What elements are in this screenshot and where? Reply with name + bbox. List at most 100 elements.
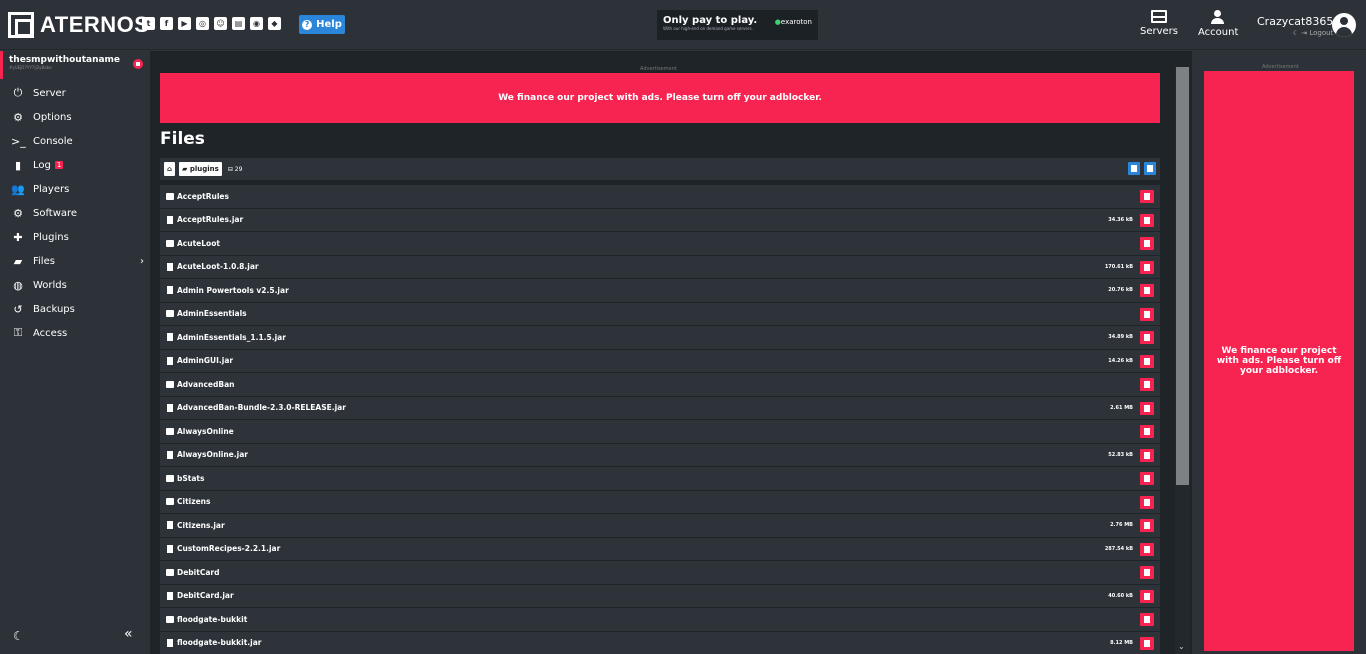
user-cog-icon [1210, 10, 1226, 24]
file-row[interactable]: Admin Powertools v2.5.jar 20.76 kB [160, 279, 1160, 303]
sidebar-item-backups[interactable]: ↺ Backups [0, 297, 150, 321]
file-row[interactable]: AdminEssentials_1.1.5.jar 34.89 kB [160, 326, 1160, 350]
folder-open-icon: ▰ [13, 254, 23, 268]
folder-row[interactable]: floodgate-bukkit [160, 608, 1160, 632]
instagram-icon[interactable]: ◎ [196, 17, 209, 30]
sidebar-item-plugins[interactable]: ✚ Plugins [0, 225, 150, 249]
new-file-button[interactable] [1144, 162, 1156, 175]
teamspeak-icon[interactable]: ◉ [250, 17, 263, 30]
help-button[interactable]: ? Help [299, 15, 345, 34]
github-icon[interactable]: ◆ [268, 17, 281, 30]
logout-link[interactable]: ☾ ⇥ Logout [1257, 29, 1334, 37]
file-row[interactable]: AdvancedBan-Bundle-2.3.0-RELEASE.jar 2.61… [160, 396, 1160, 420]
file-size: 287.54 kB [1104, 545, 1133, 552]
sidebar-item-console[interactable]: >_ Console [0, 129, 150, 153]
file-icon [167, 356, 173, 365]
file-row[interactable]: AdminGUI.jar 14.26 kB [160, 349, 1160, 373]
delete-button[interactable] [1140, 448, 1154, 462]
delete-button[interactable] [1140, 519, 1154, 532]
file-list: AcceptRules AcceptRules.jar 34.36 kB AcuteL… [160, 185, 1160, 654]
folder-row[interactable]: AdvancedBan [160, 373, 1160, 397]
file-name: floodgate-bukkit [177, 614, 248, 624]
power-icon: ⏻ [13, 86, 23, 99]
file-name: AdminEssentials_1.1.5.jar [177, 332, 286, 342]
file-name: AdvancedBan-Bundle-2.3.0-RELEASE.jar [177, 403, 346, 413]
delete-button[interactable] [1140, 542, 1154, 556]
folder-row[interactable]: AdminEssentials [160, 302, 1160, 326]
history-icon: ↺ [13, 302, 23, 316]
scroll-down-icon[interactable]: ⌄ [1178, 642, 1185, 651]
file-name: Citizens [177, 497, 211, 507]
server-header[interactable]: thesmpwithoutaname #yUEjD7YY7iJ2yBabe [0, 51, 150, 79]
aternos-logo[interactable]: ATERNOS [8, 12, 149, 38]
avatar[interactable] [1332, 13, 1356, 37]
sidebar-item-players[interactable]: 👥 Players [0, 177, 150, 201]
delete-button[interactable] [1140, 378, 1154, 391]
facebook-icon[interactable]: f [160, 17, 173, 30]
delete-button[interactable] [1140, 307, 1154, 321]
breadcrumb-label: plugins [189, 165, 219, 173]
file-row[interactable]: AcuteLoot-1.0.8.jar 170.61 kB [160, 255, 1160, 279]
sidebar-item-label: Access [33, 327, 68, 339]
file-size: 14.26 kB [1108, 357, 1133, 364]
file-row[interactable]: floodgate-bukkit.jar 8.12 MB [160, 631, 1160, 654]
sidebar-item-files[interactable]: ▰ Files › [0, 249, 150, 273]
new-folder-button[interactable] [1128, 162, 1140, 175]
delete-button[interactable] [1140, 237, 1154, 250]
youtube-icon[interactable]: ▶ [178, 17, 191, 30]
collapse-sidebar-icon[interactable]: « [124, 626, 133, 642]
folder-row[interactable]: bStats [160, 467, 1160, 491]
servers-nav[interactable]: Servers [1140, 10, 1178, 37]
sidebar-item-log[interactable]: ▮ Log 1 [0, 153, 150, 177]
folder-row[interactable]: AlwaysOnline [160, 420, 1160, 444]
delete-button[interactable] [1140, 190, 1154, 203]
delete-button[interactable] [1140, 401, 1154, 415]
file-size: 40.60 kB [1108, 592, 1133, 599]
account-nav[interactable]: Account [1198, 10, 1238, 38]
delete-button[interactable] [1140, 495, 1154, 509]
twitch-icon[interactable]: ▤ [232, 17, 245, 30]
sidebar-item-server[interactable]: ⏻ Server [0, 81, 150, 105]
file-row[interactable]: CustomRecipes-2.2.1.jar 287.54 kB [160, 537, 1160, 561]
file-name: AcceptRules.jar [177, 215, 244, 225]
exaroton-banner[interactable]: Only pay to play. With our high-end on d… [657, 10, 818, 40]
delete-button[interactable] [1140, 566, 1154, 579]
user-menu[interactable]: Crazycat8365 ☾ ⇥ Logout [1257, 15, 1333, 37]
folder-row[interactable]: Citizens [160, 490, 1160, 514]
delete-button[interactable] [1140, 331, 1154, 344]
breadcrumb-plugins[interactable]: ▰ plugins [179, 162, 222, 176]
delete-button[interactable] [1140, 589, 1154, 603]
delete-button[interactable] [1140, 425, 1154, 438]
folder-count-icon: ⊟ [227, 165, 235, 173]
delete-button[interactable] [1140, 213, 1154, 227]
folder-icon: ▰ [182, 165, 190, 173]
dark-mode-toggle-icon[interactable]: ☾ [13, 629, 24, 643]
question-icon: ? [302, 19, 313, 30]
sidebar-item-access[interactable]: ⚿ Access [0, 321, 150, 345]
scrollbar[interactable]: ⌄ [1175, 67, 1190, 654]
folder-row[interactable]: AcceptRules [160, 185, 1160, 209]
cogs-icon: ⚙ [13, 206, 23, 220]
home-button[interactable]: ⌂ [164, 162, 176, 176]
discord-icon[interactable]: ☺ [214, 17, 227, 30]
sidebar-item-label: Files [33, 255, 55, 267]
folder-row[interactable]: AcuteLoot [160, 232, 1160, 256]
sidebar-item-worlds[interactable]: ◍ Worlds [0, 273, 150, 297]
sidebar-item-options[interactable]: ⚙ Options [0, 105, 150, 129]
scrollbar-thumb[interactable] [1176, 67, 1189, 485]
delete-button[interactable] [1140, 636, 1154, 650]
folder-row[interactable]: DebitCard [160, 561, 1160, 585]
file-row[interactable]: AlwaysOnline.jar 52.83 kB [160, 443, 1160, 467]
sidebar-item-software[interactable]: ⚙ Software [0, 201, 150, 225]
delete-button[interactable] [1140, 284, 1154, 297]
delete-button[interactable] [1140, 472, 1154, 485]
file-name: AlwaysOnline.jar [177, 450, 248, 460]
file-row[interactable]: Citizens.jar 2.76 MB [160, 514, 1160, 538]
twitter-icon[interactable]: t [142, 17, 155, 30]
delete-button[interactable] [1140, 354, 1154, 368]
delete-button[interactable] [1140, 613, 1154, 626]
file-row[interactable]: AcceptRules.jar 34.36 kB [160, 208, 1160, 232]
delete-button[interactable] [1140, 260, 1154, 274]
file-name: Citizens.jar [177, 520, 225, 530]
file-row[interactable]: DebitCard.jar 40.60 kB [160, 584, 1160, 608]
